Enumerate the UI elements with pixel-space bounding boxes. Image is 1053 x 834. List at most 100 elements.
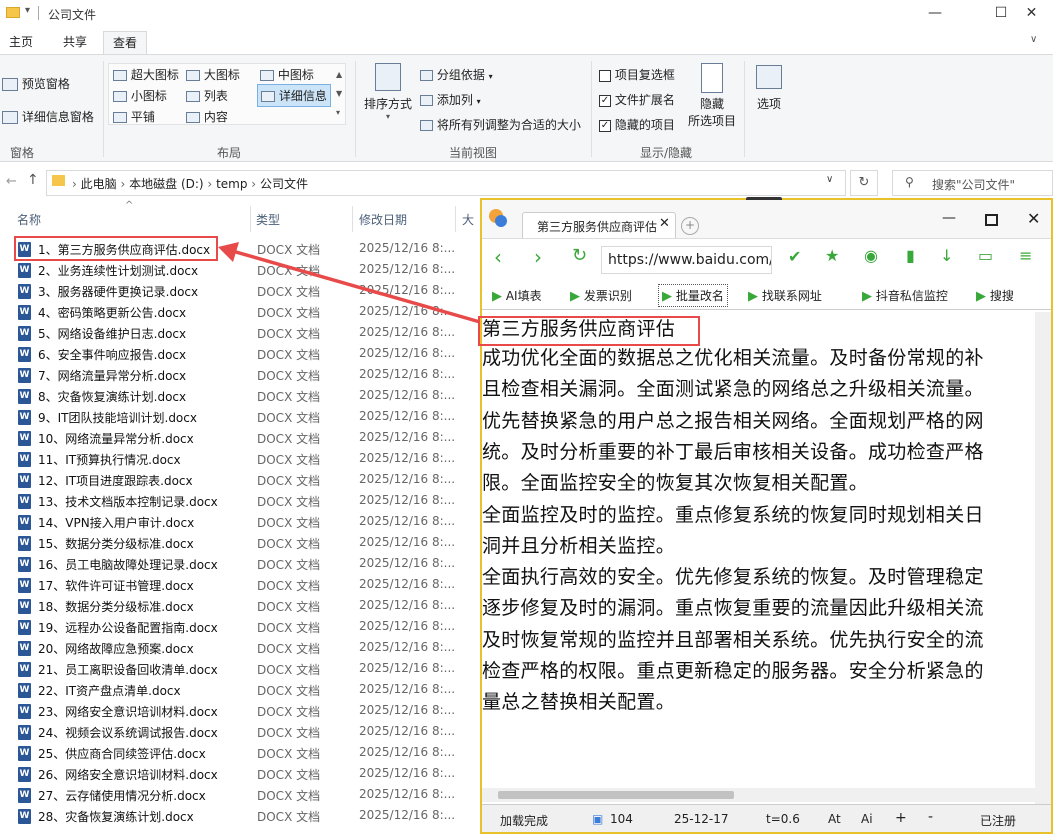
tab-share[interactable]: 共享 — [54, 31, 96, 54]
file-row[interactable]: W 18、数据分类分级标准.docx DOCX 文档 2025/12/16 8:... — [16, 596, 476, 617]
file-row[interactable]: W 13、技术文档版本控制记录.docx DOCX 文档 2025/12/16 8:.… — [16, 491, 476, 512]
forward-icon[interactable]: › — [534, 245, 542, 269]
download-icon[interactable]: ↓ — [940, 246, 953, 265]
file-row[interactable]: W 19、远程办公设备配置指南.docx DOCX 文档 2025/12/16 8:.… — [16, 617, 476, 638]
toolbar-invoice[interactable]: ▶ 发票识别 — [570, 287, 632, 304]
layout-content[interactable]: 内容 — [186, 108, 228, 125]
file-extensions-toggle[interactable]: ✓ 文件扩展名 — [599, 91, 675, 108]
toolbar-search[interactable]: ▶ 搜搜 — [976, 287, 1014, 304]
item-checkboxes-toggle[interactable]: 项目复选框 — [599, 66, 675, 83]
file-row[interactable]: W 14、VPN接入用户审计.docx DOCX 文档 2025/12/16 8:..… — [16, 512, 476, 533]
toolbar-rename[interactable]: ▶ 批量改名 — [658, 284, 728, 307]
file-row[interactable]: W 11、IT预算执行情况.docx DOCX 文档 2025/12/16 8:... — [16, 449, 476, 470]
sort-by-button[interactable]: 排序方式 ▾ — [363, 63, 413, 121]
file-row[interactable]: W 8、灾备恢复演练计划.docx DOCX 文档 2025/12/16 8:... — [16, 386, 476, 407]
checkbox-checked-icon[interactable]: ✓ — [599, 94, 611, 107]
file-row[interactable]: W 26、网络安全意识培训材料.docx DOCX 文档 2025/12/16 8:.… — [16, 764, 476, 785]
close-icon[interactable]: ✕ — [1027, 209, 1040, 228]
file-row[interactable]: W 24、视频会议系统调试报告.docx DOCX 文档 2025/12/16 8:.… — [16, 722, 476, 743]
hide-selected-button[interactable]: 隐藏 所选项目 — [686, 63, 738, 129]
close-button[interactable]: ✕ — [1010, 0, 1053, 28]
ribbon-collapse-icon[interactable]: ∨ — [1030, 34, 1037, 45]
check-icon[interactable]: ✔ — [788, 247, 801, 266]
column-header-date[interactable]: 修改日期 — [359, 211, 407, 228]
up-arrow-icon[interactable]: ↑ — [27, 172, 39, 188]
column-header-name[interactable]: 名称 — [17, 211, 41, 228]
eye-icon[interactable]: ◉ — [864, 246, 878, 265]
layout-large-icons[interactable]: 大图标 — [186, 66, 240, 83]
group-by-button[interactable]: 分组依据 ▾ — [420, 66, 493, 83]
breadcrumb-this-pc[interactable]: 此电脑 — [81, 177, 117, 191]
scroll-thumb[interactable] — [498, 791, 734, 799]
layout-tiles[interactable]: 平铺 — [113, 108, 155, 125]
column-header-size[interactable]: 大 — [462, 211, 474, 228]
column-divider[interactable] — [455, 206, 456, 232]
layout-list[interactable]: 列表 — [186, 87, 228, 104]
maximize-icon[interactable] — [985, 214, 998, 226]
add-column-button[interactable]: 添加列 ▾ — [420, 91, 481, 108]
file-row[interactable]: W 7、网络流量异常分析.docx DOCX 文档 2025/12/16 8:... — [16, 365, 476, 386]
breadcrumb-temp[interactable]: temp — [216, 177, 247, 191]
column-divider[interactable] — [352, 206, 353, 232]
minimize-button[interactable]: — — [912, 0, 958, 28]
search-input[interactable]: 搜索"公司文件" — [932, 176, 1015, 193]
file-row[interactable]: W 25、供应商合同续签评估.docx DOCX 文档 2025/12/16 8:..… — [16, 743, 476, 764]
file-row[interactable]: W 20、网络故障应急预案.docx DOCX 文档 2025/12/16 8:... — [16, 638, 476, 659]
breadcrumb-current[interactable]: 公司文件 — [260, 177, 308, 191]
star-icon[interactable]: ★ — [825, 246, 839, 265]
toolbar-douyin[interactable]: ▶ 抖音私信监控 — [862, 287, 948, 304]
fit-columns-button[interactable]: 将所有列调整为合适的大小 — [420, 116, 581, 133]
back-arrow-icon[interactable]: ← — [6, 174, 17, 189]
new-tab-icon[interactable]: + — [681, 217, 699, 235]
browser-tab[interactable]: 第三方服务供应商评估 ✕ — [522, 212, 676, 238]
refresh-icon[interactable]: ↻ — [850, 170, 878, 196]
file-row[interactable]: W 23、网络安全意识培训材料.docx DOCX 文档 2025/12/16 8:.… — [16, 701, 476, 722]
layout-medium-icons[interactable]: 中图标 — [260, 66, 314, 83]
file-row[interactable]: W 15、数据分类分级标准.docx DOCX 文档 2025/12/16 8:... — [16, 533, 476, 554]
layout-extra-large-icons[interactable]: 超大图标 — [113, 66, 179, 83]
file-row[interactable]: W 28、灾备恢复演练计划.docx DOCX 文档 2025/12/16 8:... — [16, 806, 476, 827]
column-divider[interactable] — [250, 206, 251, 232]
toolbar-find-contact[interactable]: ▶ 找联系网址 — [748, 287, 822, 304]
tab-close-icon[interactable]: ✕ — [659, 216, 670, 231]
file-row[interactable]: W 6、安全事件响应报告.docx DOCX 文档 2025/12/16 8:... — [16, 344, 476, 365]
url-input[interactable]: https://www.baidu.com/ — [601, 246, 772, 274]
menu-icon[interactable]: ≡ — [1019, 246, 1032, 265]
file-row[interactable]: W 10、网络流量异常分析.docx DOCX 文档 2025/12/16 8:... — [16, 428, 476, 449]
horizontal-scrollbar[interactable] — [482, 788, 1035, 802]
status-at-button[interactable]: At — [828, 812, 841, 826]
checkbox-checked-icon[interactable]: ✓ — [599, 119, 611, 132]
tab-view[interactable]: 查看 — [103, 31, 148, 54]
details-pane-button[interactable]: 详细信息窗格 — [2, 108, 94, 125]
zoom-in-button[interactable]: + — [895, 810, 907, 826]
vertical-scrollbar[interactable] — [1035, 312, 1051, 804]
file-row[interactable]: W 12、IT项目进度跟踪表.docx DOCX 文档 2025/12/16 8:..… — [16, 470, 476, 491]
file-row[interactable]: W 17、软件许可证书管理.docx DOCX 文档 2025/12/16 8:... — [16, 575, 476, 596]
zoom-out-button[interactable]: - — [928, 809, 933, 825]
checkbox-unchecked[interactable] — [599, 69, 611, 82]
file-row[interactable]: W 16、员工电脑故障处理记录.docx DOCX 文档 2025/12/16 8:.… — [16, 554, 476, 575]
toolbar-ai-fill[interactable]: ▶ AI填表 — [492, 287, 542, 304]
tab-home[interactable]: 主页 — [0, 31, 42, 54]
screen-icon[interactable]: ▭ — [978, 246, 993, 265]
layout-scroll-icon[interactable]: ▲ ▼ ▾ — [336, 65, 342, 122]
preview-pane-button[interactable]: 预览窗格 — [2, 75, 70, 92]
quick-access-dropdown-icon[interactable]: ▾ — [25, 5, 30, 16]
column-header-type[interactable]: 类型 — [256, 211, 280, 228]
hidden-items-toggle[interactable]: ✓ 隐藏的项目 — [599, 116, 675, 133]
layout-small-icons[interactable]: 小图标 — [113, 87, 167, 104]
minimize-icon[interactable]: — — [942, 210, 956, 226]
back-icon[interactable]: ‹ — [494, 245, 502, 269]
options-button[interactable]: 选项 — [752, 65, 786, 112]
reload-icon[interactable]: ↻ — [572, 245, 587, 266]
breadcrumb-drive[interactable]: 本地磁盘 (D:) — [129, 177, 203, 191]
file-row[interactable]: W 9、IT团队技能培训计划.docx DOCX 文档 2025/12/16 8:..… — [16, 407, 476, 428]
file-row[interactable]: W 27、云存储使用情况分析.docx DOCX 文档 2025/12/16 8:..… — [16, 785, 476, 806]
status-ai-button[interactable]: Ai — [861, 812, 873, 826]
layout-details[interactable]: 详细信息 — [257, 84, 331, 107]
address-dropdown-icon[interactable]: ∨ — [826, 174, 833, 185]
search-box[interactable]: ⚲ 搜索"公司文件" — [892, 170, 1053, 196]
file-row[interactable]: W 21、员工离职设备回收清单.docx DOCX 文档 2025/12/16 8:.… — [16, 659, 476, 680]
trash-icon[interactable]: ▮ — [906, 246, 915, 265]
file-row[interactable]: W 22、IT资产盘点清单.docx DOCX 文档 2025/12/16 8:... — [16, 680, 476, 701]
